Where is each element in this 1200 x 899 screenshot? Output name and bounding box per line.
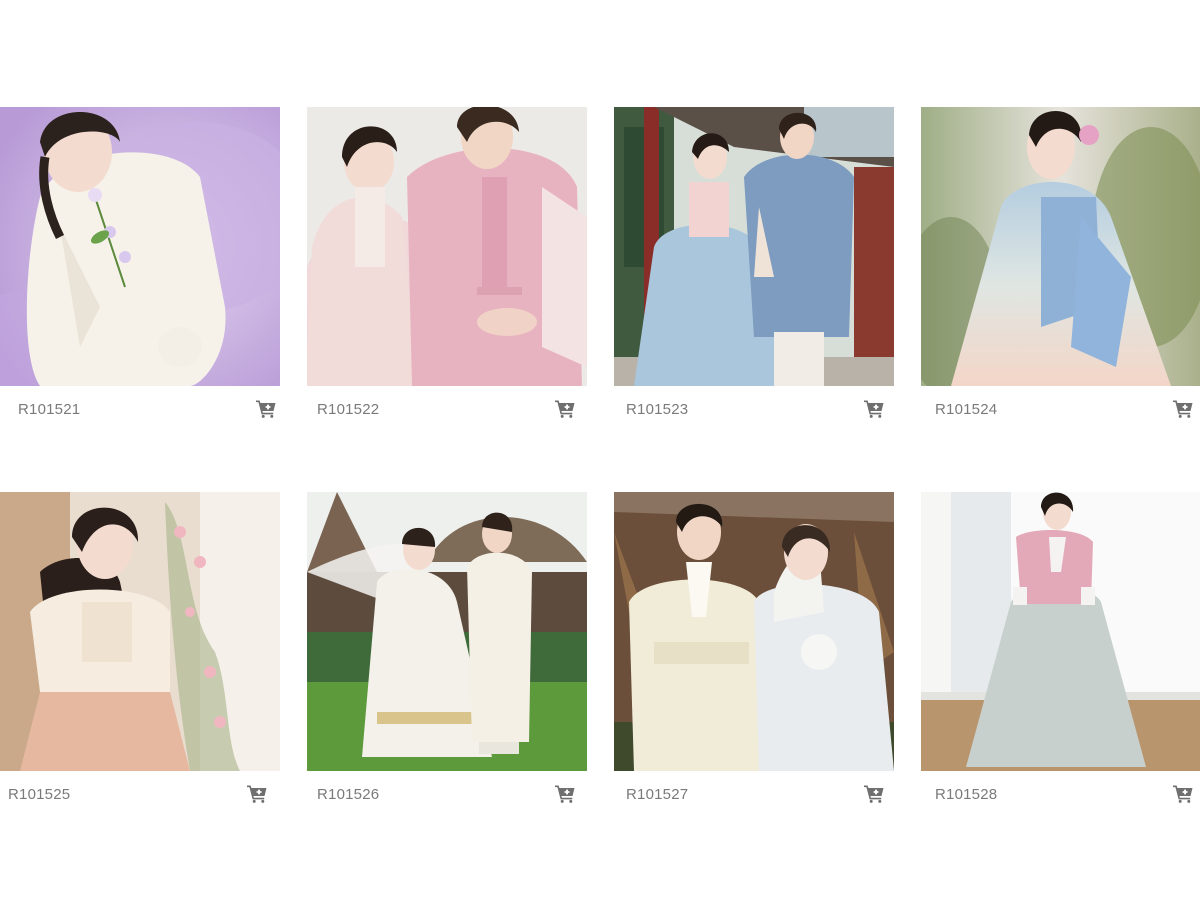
product-code: R101526 bbox=[317, 786, 380, 803]
product-card: R101522 bbox=[307, 107, 587, 427]
product-card: R101526 bbox=[307, 492, 587, 812]
product-code: R101523 bbox=[626, 401, 689, 418]
product-card: R101528 bbox=[921, 492, 1200, 812]
cart-add-icon[interactable] bbox=[864, 400, 886, 420]
product-code: R101521 bbox=[18, 401, 81, 418]
cart-add-icon[interactable] bbox=[1173, 785, 1195, 805]
cart-add-icon[interactable] bbox=[555, 400, 577, 420]
product-code: R101528 bbox=[935, 786, 998, 803]
product-code: R101527 bbox=[626, 786, 689, 803]
product-image[interactable] bbox=[921, 492, 1200, 771]
product-code: R101522 bbox=[317, 401, 380, 418]
cart-add-icon[interactable] bbox=[247, 785, 269, 805]
product-image[interactable] bbox=[0, 107, 280, 386]
product-card: R101523 bbox=[614, 107, 894, 427]
product-code: R101524 bbox=[935, 401, 998, 418]
product-image[interactable] bbox=[614, 107, 894, 386]
product-card: R101525 bbox=[0, 492, 280, 812]
product-image[interactable] bbox=[921, 107, 1200, 386]
product-card: R101524 bbox=[921, 107, 1200, 427]
product-image[interactable] bbox=[307, 107, 587, 386]
product-image[interactable] bbox=[0, 492, 280, 771]
cart-add-icon[interactable] bbox=[555, 785, 577, 805]
product-grid: R101521 R101522 R101523 R101524 R101525 … bbox=[0, 0, 1200, 899]
product-card: R101521 bbox=[0, 107, 280, 427]
cart-add-icon[interactable] bbox=[1173, 400, 1195, 420]
product-card: R101527 bbox=[614, 492, 894, 812]
product-image[interactable] bbox=[307, 492, 587, 771]
product-image[interactable] bbox=[614, 492, 894, 771]
product-code: R101525 bbox=[8, 786, 71, 803]
cart-add-icon[interactable] bbox=[864, 785, 886, 805]
cart-add-icon[interactable] bbox=[256, 400, 278, 420]
